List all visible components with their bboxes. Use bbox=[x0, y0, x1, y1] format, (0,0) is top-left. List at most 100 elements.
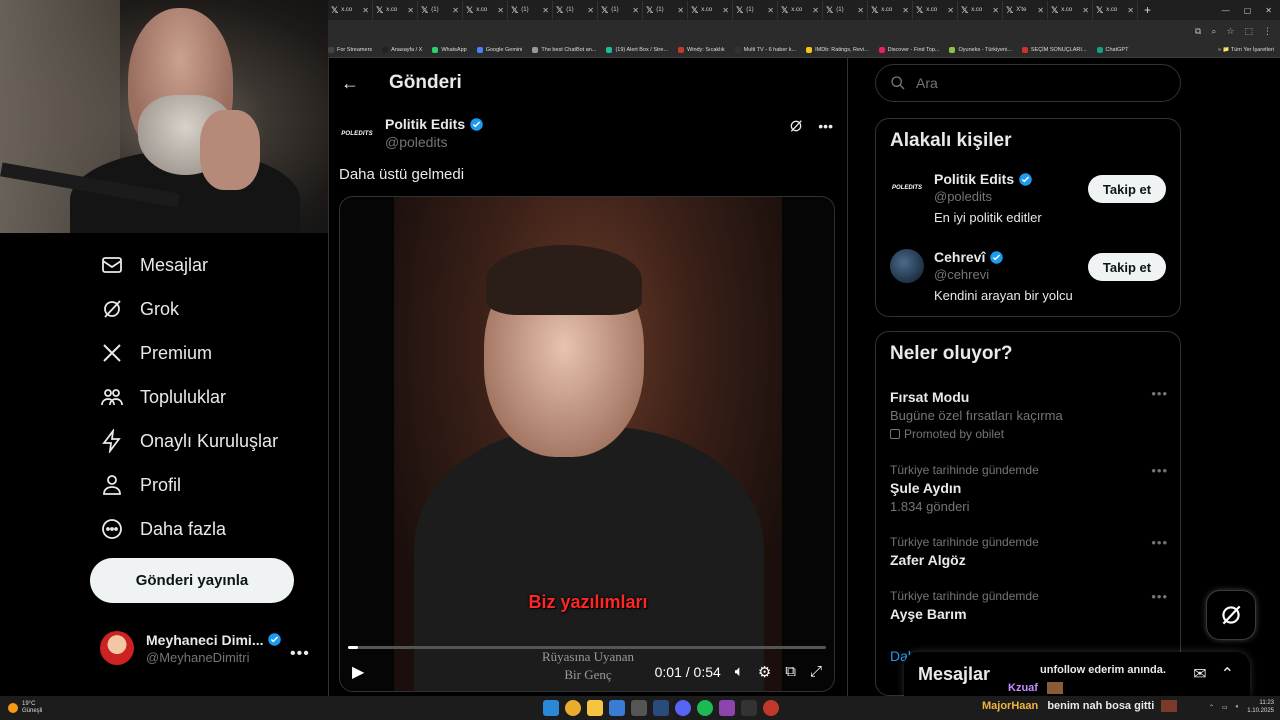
bookmark-item[interactable]: Anasayfa / X bbox=[382, 46, 422, 53]
browser-tab[interactable]: 𝕏 (1) ✕ bbox=[508, 1, 553, 19]
bookmark-item[interactable]: SEÇİM SONUÇLARI... bbox=[1021, 46, 1087, 53]
browser-tab[interactable]: 𝕏 (1) ✕ bbox=[598, 1, 643, 19]
follow-button[interactable]: Takip et bbox=[1088, 253, 1166, 281]
volume-icon[interactable]: 🔈︎ bbox=[735, 663, 744, 681]
browser-tab[interactable]: 𝕏 (1) ✕ bbox=[418, 1, 463, 19]
extensions-icon[interactable]: ⬚ bbox=[1244, 26, 1253, 37]
tab-close-icon[interactable]: ✕ bbox=[767, 6, 774, 15]
tab-close-icon[interactable]: ✕ bbox=[632, 6, 639, 15]
post-button[interactable]: Gönderi yayınla bbox=[90, 558, 294, 603]
obs-icon[interactable] bbox=[741, 700, 757, 716]
browser-tab[interactable]: 𝕏 (1) ✕ bbox=[643, 1, 688, 19]
bookmark-item[interactable]: IMDb: Ratings, Revi... bbox=[806, 46, 869, 53]
bookmark-item[interactable]: Oyuneks - Türkiyeni... bbox=[949, 46, 1012, 53]
browser-tab[interactable]: 𝕏x.co ✕ bbox=[868, 1, 913, 19]
tab-close-icon[interactable]: ✕ bbox=[542, 6, 549, 15]
settings-icon[interactable]: ⚙ bbox=[758, 663, 771, 681]
play-icon[interactable]: ▶ bbox=[352, 662, 364, 682]
tab-close-icon[interactable]: ✕ bbox=[407, 6, 414, 15]
browser-tab[interactable]: 𝕏x.co ✕ bbox=[328, 1, 373, 19]
related-person[interactable]: Cehrevî @cehrevi Kendini arayan bir yolc… bbox=[890, 249, 1073, 303]
browser-tab[interactable]: 𝕏x.co ✕ bbox=[1048, 1, 1093, 19]
browser-tab[interactable]: 𝕏x.co ✕ bbox=[913, 1, 958, 19]
app-icon[interactable] bbox=[763, 700, 779, 716]
browser-tab[interactable]: 𝕏x.co ✕ bbox=[688, 1, 733, 19]
back-arrow-icon[interactable]: ← bbox=[341, 73, 359, 94]
new-tab-button[interactable]: + bbox=[1138, 3, 1157, 17]
browser-tab[interactable]: 𝕏 X'te ✕ bbox=[1003, 1, 1048, 19]
nav-item-premium[interactable]: Premium bbox=[100, 331, 212, 375]
tab-close-icon[interactable]: ✕ bbox=[362, 6, 369, 15]
menu-icon[interactable]: ⋮ bbox=[1263, 26, 1272, 37]
fullscreen-icon[interactable]: ⤢ bbox=[810, 663, 822, 681]
more-icon[interactable]: ••• bbox=[1151, 589, 1168, 604]
grok-icon[interactable] bbox=[788, 118, 804, 134]
browser-tab[interactable]: 𝕏x.co ✕ bbox=[373, 1, 418, 19]
app-icon[interactable] bbox=[631, 700, 647, 716]
store-icon[interactable] bbox=[609, 700, 625, 716]
nav-item-profile[interactable]: Profil bbox=[100, 463, 181, 507]
author-name[interactable]: Politik Edits bbox=[385, 116, 484, 132]
tab-close-icon[interactable]: ✕ bbox=[812, 6, 819, 15]
bookmark-item[interactable]: The best ChatBot an... bbox=[532, 46, 596, 53]
account-switcher[interactable]: Meyhaneci Dimi... @MeyhaneDimitri bbox=[100, 631, 282, 665]
spotify-icon[interactable] bbox=[697, 700, 713, 716]
steam-icon[interactable] bbox=[653, 700, 669, 716]
bookmark-item[interactable]: Windy: Sıcaklık bbox=[678, 46, 725, 53]
bookmark-item[interactable]: WhatsApp bbox=[432, 46, 467, 53]
close-window-icon[interactable]: ✕ bbox=[1265, 6, 1272, 15]
browser-tab[interactable]: 𝕏 (1) ✕ bbox=[733, 1, 778, 19]
browser-tab[interactable]: 𝕏x.co ✕ bbox=[1093, 1, 1138, 19]
volume-icon[interactable]: 🔈︎ bbox=[1236, 704, 1240, 711]
nav-item-grok[interactable]: Grok bbox=[100, 287, 179, 331]
discord-icon[interactable] bbox=[675, 700, 691, 716]
tab-close-icon[interactable]: ✕ bbox=[587, 6, 594, 15]
tab-close-icon[interactable]: ✕ bbox=[902, 6, 909, 15]
tab-close-icon[interactable]: ✕ bbox=[1037, 6, 1044, 15]
tab-close-icon[interactable]: ✕ bbox=[677, 6, 684, 15]
browser-tab[interactable]: 𝕏x.co ✕ bbox=[958, 1, 1003, 19]
account-more-icon[interactable]: ••• bbox=[290, 645, 310, 663]
chrome-icon[interactable] bbox=[565, 700, 581, 716]
trend-item[interactable]: Türkiye tarihinde gündemde Ayşe Barım ••… bbox=[890, 589, 1168, 622]
nav-item-messages[interactable]: Mesajlar bbox=[100, 243, 208, 287]
search-input[interactable]: Ara bbox=[875, 64, 1181, 102]
trend-item[interactable]: Türkiye tarihinde gündemde Zafer Algöz •… bbox=[890, 535, 1168, 568]
nav-item-verified-orgs[interactable]: Onaylı Kuruluşlar bbox=[100, 419, 278, 463]
app-icon[interactable] bbox=[719, 700, 735, 716]
more-icon[interactable]: ••• bbox=[1151, 535, 1168, 550]
more-icon[interactable]: ••• bbox=[1151, 463, 1168, 478]
pip-icon[interactable]: ⧉ bbox=[785, 663, 796, 681]
tab-close-icon[interactable]: ✕ bbox=[947, 6, 954, 15]
author-avatar[interactable]: POLEDITS bbox=[339, 116, 375, 152]
bookmark-item[interactable]: Multi TV - 6 haber k... bbox=[734, 46, 796, 53]
windows-start-icon[interactable] bbox=[543, 700, 559, 716]
tab-close-icon[interactable]: ✕ bbox=[857, 6, 864, 15]
bookmark-item[interactable]: Discover - Find Top... bbox=[878, 46, 939, 53]
trend-item[interactable]: Türkiye tarihinde gündemde Şule Aydın 1.… bbox=[890, 463, 1168, 514]
maximize-icon[interactable]: ▢ bbox=[1244, 6, 1252, 15]
expand-up-icon[interactable]: ⌃ bbox=[1221, 664, 1234, 684]
author-handle[interactable]: @poledits bbox=[385, 134, 484, 150]
tab-close-icon[interactable]: ✕ bbox=[1082, 6, 1089, 15]
tweet-author[interactable]: POLEDITS Politik Edits @poledits bbox=[339, 116, 484, 152]
more-icon[interactable]: ••• bbox=[1151, 386, 1168, 401]
zoom-icon[interactable]: ⌕ bbox=[1211, 26, 1216, 37]
tab-close-icon[interactable]: ✕ bbox=[452, 6, 459, 15]
tray-chevron-icon[interactable]: ⌃ bbox=[1209, 704, 1214, 711]
tab-close-icon[interactable]: ✕ bbox=[722, 6, 729, 15]
tab-close-icon[interactable]: ✕ bbox=[1127, 6, 1134, 15]
bookmark-item[interactable]: Google Gemini bbox=[476, 46, 522, 53]
bookmark-item[interactable]: For Streamers bbox=[328, 46, 372, 53]
browser-tab[interactable]: 𝕏x.co ✕ bbox=[463, 1, 508, 19]
star-icon[interactable]: ☆ bbox=[1226, 26, 1234, 37]
grok-floating-button[interactable] bbox=[1206, 590, 1256, 640]
tab-close-icon[interactable]: ✕ bbox=[992, 6, 999, 15]
nav-item-more[interactable]: Daha fazla bbox=[100, 507, 226, 551]
video-player[interactable]: Biz yazılımları Rüyasına Uyanan Bir Genç… bbox=[339, 196, 835, 692]
more-icon[interactable]: ••• bbox=[818, 118, 833, 134]
nav-item-communities[interactable]: Topluluklar bbox=[100, 375, 226, 419]
install-icon[interactable]: ⧉ bbox=[1195, 26, 1201, 37]
follow-button[interactable]: Takip et bbox=[1088, 175, 1166, 203]
clock[interactable]: 11:23 1.10.2025 bbox=[1247, 699, 1274, 715]
